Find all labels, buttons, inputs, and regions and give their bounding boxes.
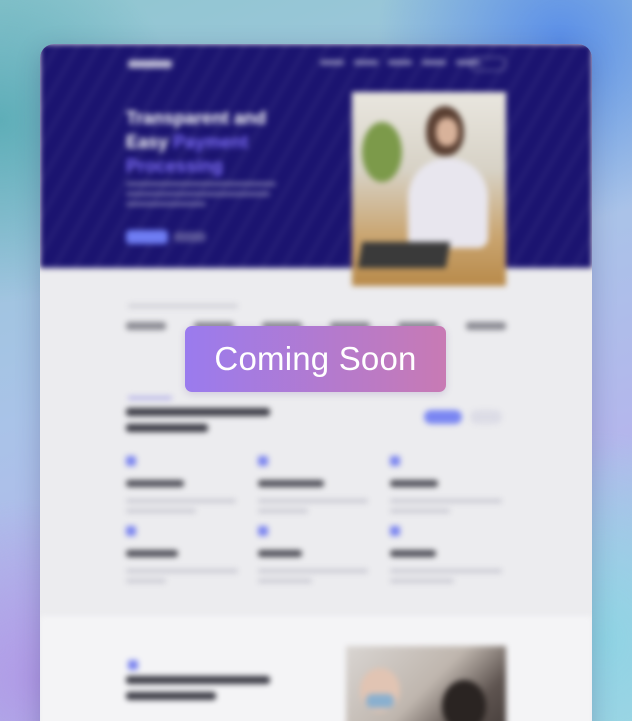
person-body-shape (408, 158, 488, 248)
nav-links (320, 60, 480, 65)
section-title (126, 408, 270, 440)
feature-title (258, 550, 302, 557)
hero-description (126, 182, 276, 212)
feature-title (390, 550, 436, 557)
feature-card (258, 526, 374, 589)
feature-icon (390, 456, 400, 466)
text-line (258, 569, 368, 573)
lower-section-title (126, 676, 270, 708)
logos-caption (128, 304, 238, 308)
section-primary-button (424, 410, 462, 424)
hero-title: Transparent and Easy Payment Processing (126, 106, 316, 178)
nav-link (422, 60, 446, 65)
text-line (126, 182, 276, 186)
text-line (126, 509, 196, 513)
feature-card (258, 456, 374, 519)
plant-shape (362, 122, 402, 182)
title-line (126, 692, 216, 700)
text-line (126, 579, 166, 583)
feature-title (258, 480, 324, 487)
text-line (258, 579, 312, 583)
partner-logo (466, 322, 506, 330)
text-line (390, 579, 454, 583)
coming-soon-badge: Coming Soon (185, 326, 446, 392)
feature-title (126, 550, 178, 557)
text-line (390, 499, 502, 503)
nav-button (470, 57, 506, 71)
feature-icon (126, 526, 136, 536)
feature-icon (126, 456, 136, 466)
text-line (390, 509, 450, 513)
section-eyebrow (128, 396, 172, 400)
nav-link (354, 60, 378, 65)
feature-card (126, 526, 242, 589)
section-secondary-button (470, 410, 502, 424)
person-face-shape (436, 118, 458, 146)
hero-primary-button (126, 230, 168, 244)
hero-secondary-button (174, 232, 206, 242)
text-line (126, 192, 270, 196)
nav-link (320, 60, 344, 65)
feature-card (126, 456, 242, 519)
text-line (126, 499, 236, 503)
text-line (258, 509, 308, 513)
site-logo (128, 60, 172, 68)
hero-title-word: Easy (126, 132, 169, 152)
feature-title (126, 480, 184, 487)
feature-icon (258, 526, 268, 536)
hero-photo (352, 92, 506, 286)
lower-section-photo (346, 646, 506, 721)
person-hair-shape (442, 680, 486, 721)
feature-title (390, 480, 438, 487)
lower-section-icon (128, 660, 138, 670)
feature-icon (258, 456, 268, 466)
text-line (258, 499, 368, 503)
nav-link (388, 60, 412, 65)
partner-logo (126, 322, 166, 330)
feature-icon (390, 526, 400, 536)
text-line (126, 202, 206, 206)
title-line (126, 408, 270, 416)
face-mask-shape (366, 694, 394, 708)
title-line (126, 676, 270, 684)
text-line (126, 569, 238, 573)
feature-card (390, 526, 506, 589)
feature-card (390, 456, 506, 519)
hero-section: Transparent and Easy Payment Processing (40, 44, 592, 286)
text-line (390, 569, 502, 573)
hero-title-line1: Transparent and (126, 108, 267, 128)
title-line (126, 424, 208, 432)
laptop-shape (357, 242, 451, 268)
lower-section (40, 616, 592, 721)
